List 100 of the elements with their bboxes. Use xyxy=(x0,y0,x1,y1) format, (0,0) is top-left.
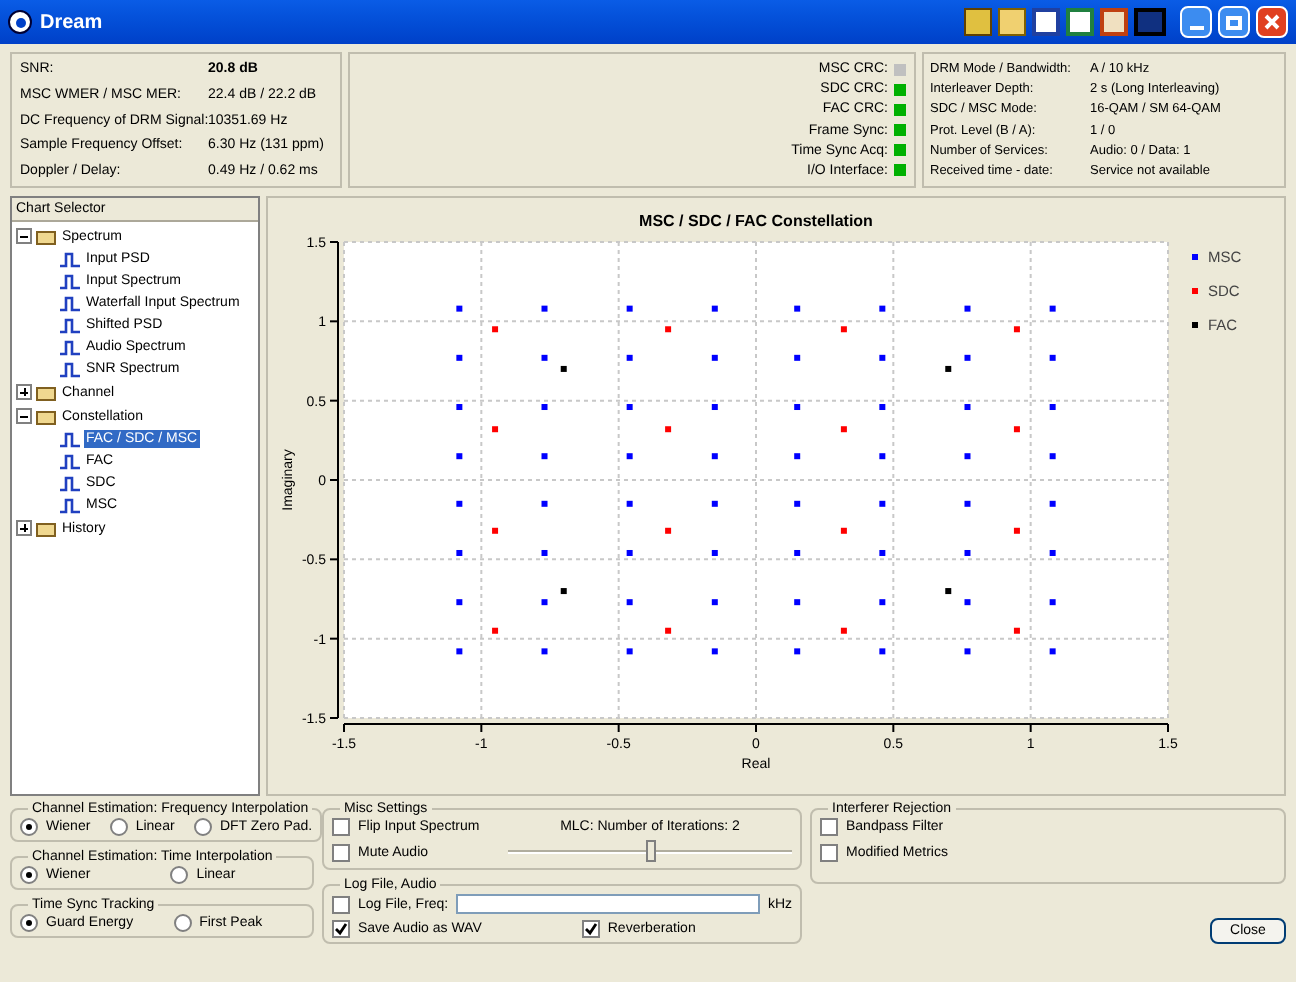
radio-button[interactable] xyxy=(20,866,38,884)
checkbox[interactable] xyxy=(332,844,350,862)
app-icon xyxy=(8,10,32,34)
frequency-field[interactable] xyxy=(456,894,760,914)
chart-title: MSC / SDC / FAC Constellation xyxy=(639,212,873,230)
data-point xyxy=(964,648,971,655)
data-point xyxy=(1049,500,1056,507)
data-point xyxy=(626,305,633,312)
data-point xyxy=(840,326,847,333)
data-point xyxy=(1049,453,1056,460)
data-point xyxy=(665,627,672,634)
data-point xyxy=(1049,599,1056,606)
data-point xyxy=(541,648,548,655)
data-point xyxy=(456,500,463,507)
data-point xyxy=(456,354,463,361)
collapse-toggle[interactable] xyxy=(16,228,32,244)
maximize-button[interactable] xyxy=(1218,6,1250,38)
data-point xyxy=(711,354,718,361)
data-point xyxy=(541,500,548,507)
checkbox[interactable] xyxy=(332,818,350,836)
data-point xyxy=(964,404,971,410)
checkbox[interactable] xyxy=(332,895,350,913)
data-point xyxy=(541,305,548,312)
data-point xyxy=(626,550,633,556)
data-point xyxy=(840,426,847,433)
data-point xyxy=(492,527,499,534)
data-point xyxy=(456,599,463,606)
checkbox[interactable] xyxy=(820,844,838,862)
legend-marker xyxy=(1192,288,1198,294)
checkbox[interactable] xyxy=(332,920,350,938)
data-point xyxy=(794,354,801,361)
data-point xyxy=(840,527,847,534)
data-point xyxy=(541,599,548,606)
data-point xyxy=(560,588,567,595)
data-point xyxy=(945,365,952,372)
data-point xyxy=(794,305,801,312)
data-point xyxy=(794,599,801,606)
data-point xyxy=(964,305,971,312)
collapse-toggle[interactable] xyxy=(16,408,32,424)
radio-button[interactable] xyxy=(173,914,192,932)
data-point xyxy=(1013,326,1020,333)
data-point xyxy=(1049,550,1056,556)
data-point xyxy=(879,648,886,655)
minimize-button[interactable] xyxy=(1180,6,1212,38)
data-point xyxy=(879,305,886,312)
data-point xyxy=(541,453,548,460)
radio-button[interactable] xyxy=(20,818,38,836)
data-point xyxy=(794,500,801,507)
radio-button[interactable] xyxy=(20,914,38,932)
folder-icon xyxy=(36,227,56,245)
data-point xyxy=(879,453,886,460)
radio-button[interactable] xyxy=(193,818,212,836)
data-point xyxy=(794,453,801,460)
data-point xyxy=(711,648,718,655)
data-point xyxy=(945,588,952,595)
data-point xyxy=(794,550,801,556)
data-point xyxy=(794,404,801,410)
data-point xyxy=(492,326,499,333)
data-point xyxy=(711,404,718,410)
data-point xyxy=(1049,305,1056,312)
data-point xyxy=(964,550,971,556)
data-point xyxy=(711,550,718,556)
data-point xyxy=(964,599,971,606)
data-point xyxy=(879,599,886,606)
data-point xyxy=(879,500,886,507)
close-button[interactable] xyxy=(1256,6,1288,38)
data-point xyxy=(456,453,463,460)
checkbox[interactable] xyxy=(581,920,600,938)
data-point xyxy=(626,599,633,606)
legend-marker xyxy=(1192,254,1198,260)
data-point xyxy=(879,404,886,410)
window-title: Dream xyxy=(40,13,103,31)
data-point xyxy=(1049,648,1056,655)
data-point xyxy=(964,453,971,460)
expand-toggle[interactable] xyxy=(16,520,32,536)
data-point xyxy=(665,527,672,534)
data-point xyxy=(1049,354,1056,361)
data-point xyxy=(626,500,633,507)
data-point xyxy=(879,354,886,361)
data-point xyxy=(1013,627,1020,634)
data-point xyxy=(711,599,718,606)
data-point xyxy=(964,500,971,507)
slider-thumb[interactable] xyxy=(646,840,656,862)
data-point xyxy=(456,550,463,556)
checkbox[interactable] xyxy=(820,818,838,836)
data-point xyxy=(1013,426,1020,433)
radio-button[interactable] xyxy=(109,818,128,836)
data-point xyxy=(456,305,463,312)
data-point xyxy=(794,648,801,655)
data-point xyxy=(964,354,971,361)
data-point xyxy=(879,550,886,556)
data-point xyxy=(456,404,463,410)
legend-marker xyxy=(1192,322,1198,328)
radio-button[interactable] xyxy=(170,866,189,884)
data-point xyxy=(626,453,633,460)
expand-toggle[interactable] xyxy=(16,384,32,400)
data-point xyxy=(541,354,548,361)
data-point xyxy=(840,627,847,634)
close-icon xyxy=(1264,14,1280,30)
data-point xyxy=(665,426,672,433)
